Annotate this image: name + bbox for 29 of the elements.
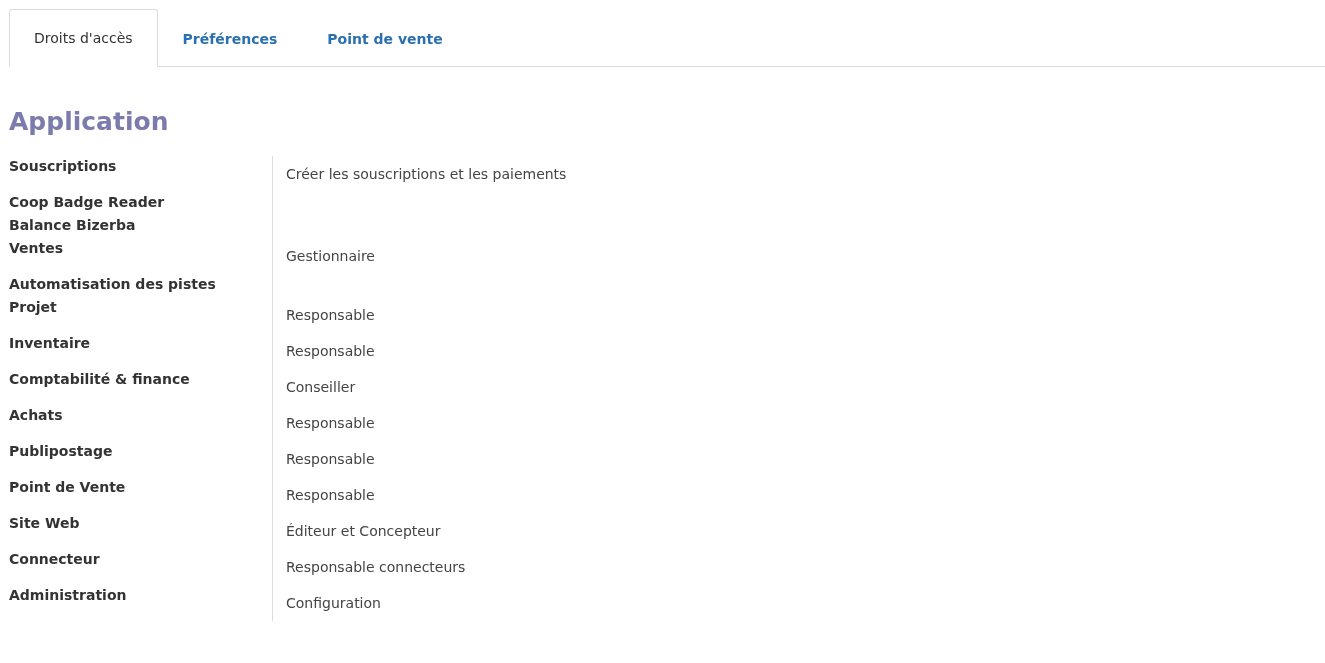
- field-label: Projet: [9, 299, 57, 315]
- field-value: Conseiller: [286, 379, 356, 395]
- field-value: Configuration: [286, 595, 381, 611]
- field-value: Responsable: [286, 451, 375, 467]
- field-label: Inventaire: [9, 335, 91, 351]
- field-label: Point de Vente: [9, 479, 126, 495]
- field-value: Responsable: [286, 307, 375, 323]
- field-value: Responsable: [286, 343, 375, 359]
- tab[interactable]: Droits d'accès: [9, 9, 158, 67]
- field-value: Créer les souscriptions et les paiements: [286, 166, 567, 182]
- field-value: Éditeur et Concepteur: [286, 523, 441, 539]
- field-value: Responsable connecteurs: [286, 559, 466, 575]
- tab[interactable]: Point de vente: [302, 9, 468, 67]
- field-label: Administration: [9, 587, 127, 603]
- field-label: Site Web: [9, 515, 80, 531]
- field-label: Souscriptions: [9, 158, 117, 174]
- field-label: Ventes: [9, 240, 64, 256]
- field-label: Balance Bizerba: [9, 217, 136, 233]
- section-heading: Application: [9, 107, 169, 136]
- field-value: Responsable: [286, 487, 375, 503]
- field-value: Responsable: [286, 415, 375, 431]
- field-label: Automatisation des pistes: [9, 276, 216, 292]
- field-value: Gestionnaire: [286, 248, 375, 264]
- field-label: Comptabilité & finance: [9, 371, 190, 387]
- tab[interactable]: Préférences: [157, 9, 303, 67]
- field-label: Coop Badge Reader: [9, 194, 165, 210]
- field-label: Achats: [9, 407, 63, 423]
- field-label: Connecteur: [9, 551, 100, 567]
- field-label: Publipostage: [9, 443, 113, 459]
